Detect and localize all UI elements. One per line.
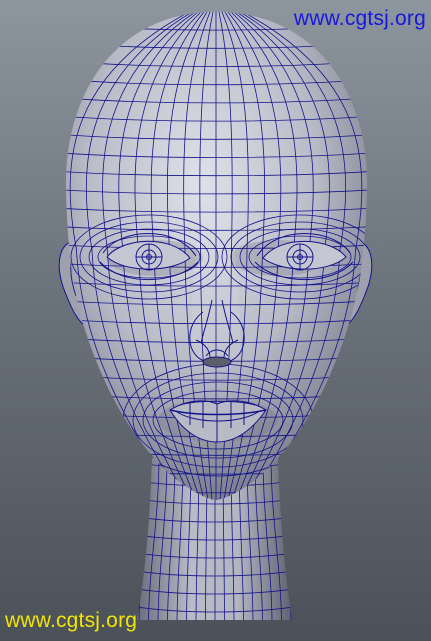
watermark-top: www.cgtsj.org bbox=[293, 7, 426, 30]
watermark-bottom: www.cgtsj.org bbox=[5, 609, 138, 632]
head-wireframe bbox=[58, 12, 373, 620]
viewport[interactable]: www.cgtsj.org www.cgtsj.org bbox=[0, 0, 431, 641]
